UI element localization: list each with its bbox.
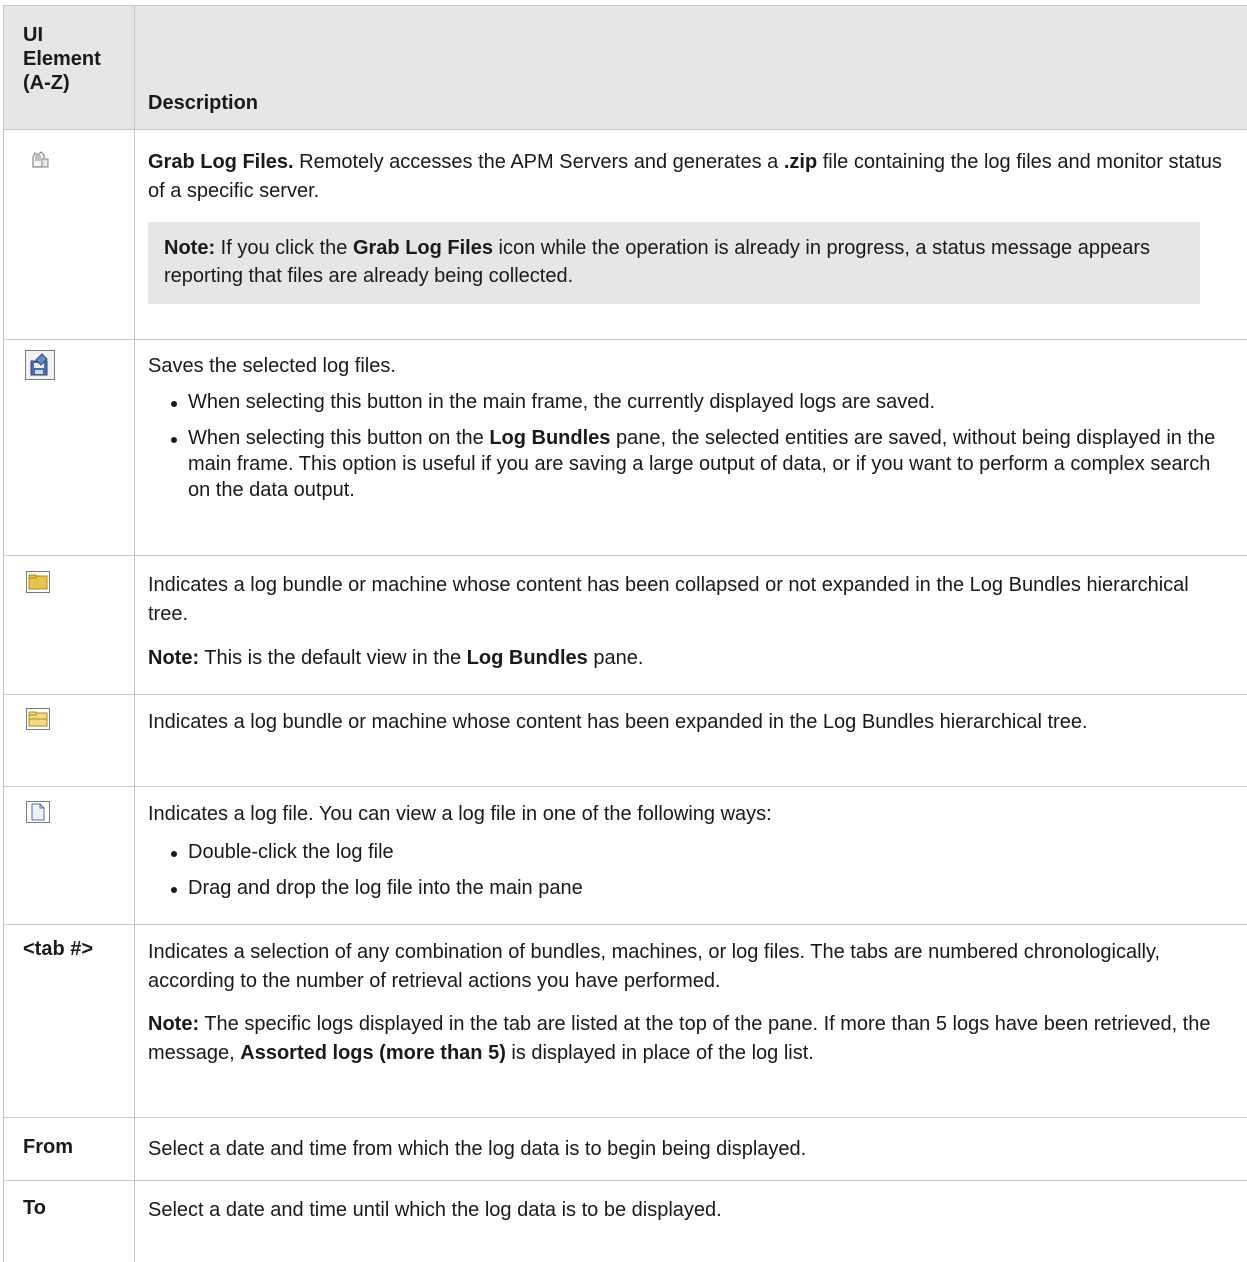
log-file-icon <box>26 801 50 829</box>
row-folder-closed: Indicates a log bundle or machine whose … <box>148 574 1189 669</box>
list-item: Drag and drop the log file into the main… <box>168 875 1228 901</box>
row-save: Saves the selected log files. When selec… <box>148 353 1228 513</box>
row-grab-log-files: Grab Log Files. Remotely accesses the AP… <box>148 148 1228 304</box>
folder-closed-icon <box>26 571 50 599</box>
list-item: When selecting this button in the main f… <box>168 389 1228 415</box>
list-item: When selecting this button on the Log Bu… <box>168 425 1228 503</box>
save-icon <box>25 350 55 386</box>
row-tab: Indicates a selection of any combination… <box>148 941 1211 1064</box>
row-to: Select a date and time until which the l… <box>148 1199 722 1221</box>
row-folder-open: Indicates a log bundle or machine whose … <box>148 711 1088 733</box>
label-tab: <tab #> <box>23 938 94 960</box>
label-from: From <box>23 1136 73 1158</box>
column-header-ui-element: UI Element (A-Z) <box>23 24 101 94</box>
label-to: To <box>23 1197 46 1219</box>
ui-elements-table: UI Element (A-Z) Description Grab Log Fi… <box>3 5 1247 1262</box>
note-box: Note: If you click the Grab Log Files ic… <box>148 222 1200 304</box>
folder-open-icon <box>26 708 50 736</box>
row-log-file: Indicates a log file. You can view a log… <box>148 801 1228 911</box>
row-from: Select a date and time from which the lo… <box>148 1138 807 1160</box>
list-item: Double-click the log file <box>168 839 1228 865</box>
grab-log-files-icon <box>28 149 50 177</box>
column-header-description: Description <box>148 92 259 114</box>
